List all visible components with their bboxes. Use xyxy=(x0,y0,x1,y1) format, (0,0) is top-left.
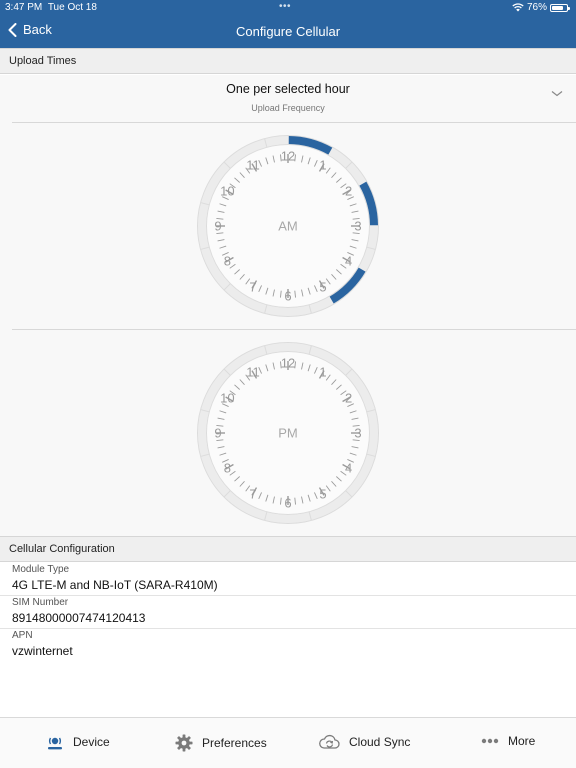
clock-numeral: 9 xyxy=(214,425,222,441)
gear-icon xyxy=(175,734,193,752)
clock-numeral: 5 xyxy=(319,279,327,295)
divider xyxy=(12,329,576,330)
upload-frequency-label: Upload Frequency xyxy=(251,103,325,113)
clock-numeral: 3 xyxy=(354,425,362,441)
multitasking-dots-icon[interactable]: ••• xyxy=(279,1,291,12)
clock-numeral: 12 xyxy=(280,355,296,371)
am-clock-dial[interactable]: AM 1 2 3 4 5 6 7 8 9 10 11 12 xyxy=(196,134,380,318)
clock-numeral: 2 xyxy=(344,183,353,199)
tab-device[interactable]: Device xyxy=(46,734,110,750)
cloud-sync-icon xyxy=(319,734,340,749)
clock-numeral: 5 xyxy=(319,486,327,502)
clock-numeral: 10 xyxy=(220,390,235,406)
section-header-cellular-configuration: Cellular Configuration xyxy=(0,536,576,562)
clock-numeral: 7 xyxy=(249,486,257,502)
pm-label: PM xyxy=(278,425,298,441)
section-header-upload-times: Upload Times xyxy=(0,48,576,74)
tab-label: Preferences xyxy=(202,736,267,750)
tab-cloud-sync[interactable]: Cloud Sync xyxy=(319,734,410,750)
chevron-down-icon[interactable] xyxy=(551,90,563,97)
pm-clock-dial[interactable]: PM 1 2 3 4 5 6 7 8 9 10 11 12 xyxy=(196,341,380,525)
clock-numeral: 8 xyxy=(223,460,231,476)
field-label: Module Type xyxy=(12,564,70,575)
clock-numeral: 4 xyxy=(344,253,353,269)
divider xyxy=(0,595,576,596)
divider xyxy=(0,628,576,629)
wifi-icon xyxy=(512,3,524,12)
clock-numeral: 2 xyxy=(344,390,353,406)
clock-numeral: 6 xyxy=(284,495,292,511)
field-label: APN xyxy=(12,630,33,641)
clock-numeral: 3 xyxy=(354,218,362,234)
clock-numeral: 11 xyxy=(246,157,260,173)
clock-numeral: 4 xyxy=(344,460,353,476)
more-icon xyxy=(481,738,499,744)
tab-bar: Device Preferences Cloud Sync More xyxy=(0,717,576,768)
tab-preferences[interactable]: Preferences xyxy=(175,734,267,752)
status-time: 3:47 PM Tue Oct 18 xyxy=(5,2,97,13)
field-label: SIM Number xyxy=(12,597,69,608)
clock-numeral: 10 xyxy=(220,183,235,199)
navigation-header: 3:47 PM Tue Oct 18 ••• 76% Back Configur… xyxy=(0,0,576,48)
clock-numeral: 11 xyxy=(246,364,260,380)
clock-numeral: 12 xyxy=(280,148,296,164)
device-icon xyxy=(48,737,62,750)
page-title: Configure Cellular xyxy=(235,24,341,39)
field-value: 4G LTE-M and NB-IoT (SARA-R410M) xyxy=(12,578,218,592)
battery-icon xyxy=(550,3,570,12)
am-label: AM xyxy=(278,218,298,234)
clock-numeral: 6 xyxy=(284,288,292,304)
battery-percent: 76% xyxy=(526,2,547,13)
clock-numeral: 1 xyxy=(319,157,327,173)
field-value: 89148000007474120413 xyxy=(12,611,146,625)
divider xyxy=(12,122,576,123)
clock-numeral: 8 xyxy=(223,253,231,269)
clock-numeral: 1 xyxy=(319,364,327,380)
status-indicators: 76% xyxy=(512,2,570,13)
tab-label: More xyxy=(508,734,536,748)
field-value: vzwinternet xyxy=(12,644,73,658)
upload-frequency-value[interactable]: One per selected hour xyxy=(0,82,576,96)
clock-numeral: 7 xyxy=(249,279,257,295)
clock-numeral: 9 xyxy=(214,218,222,234)
tab-label: Device xyxy=(73,735,110,749)
tab-label: Cloud Sync xyxy=(349,735,411,749)
tab-more[interactable]: More xyxy=(481,734,535,748)
